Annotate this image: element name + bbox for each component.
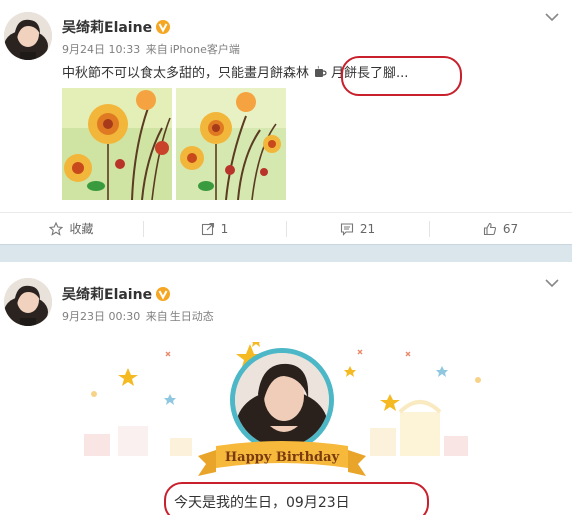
repost-button[interactable]: 1 bbox=[143, 213, 286, 244]
comment-button[interactable]: 21 bbox=[286, 213, 429, 244]
username[interactable]: 吴绮莉Elaine bbox=[62, 284, 171, 304]
comment-icon bbox=[340, 222, 353, 236]
feed-separator bbox=[0, 244, 572, 262]
post-date[interactable]: 9月23日 00:30 bbox=[62, 310, 140, 323]
source-prefix: 来自 bbox=[145, 310, 168, 323]
post-image-1[interactable] bbox=[62, 88, 172, 200]
highlight-annotation bbox=[341, 56, 462, 96]
birthday-card[interactable]: Happy Birthday bbox=[70, 336, 510, 482]
chevron-down-icon[interactable] bbox=[544, 278, 560, 288]
username[interactable]: 吴绮莉Elaine bbox=[62, 17, 171, 37]
avatar[interactable] bbox=[4, 12, 52, 60]
post-text-main: 中秋節不可以食太多甜的，只能畫月餅森林 bbox=[62, 66, 310, 81]
verified-badge-icon bbox=[156, 287, 171, 301]
post-image-2[interactable] bbox=[176, 88, 286, 200]
repost-count: 1 bbox=[220, 221, 229, 236]
like-button[interactable]: 67 bbox=[429, 213, 572, 244]
post-date[interactable]: 9月24日 10:33 bbox=[62, 43, 140, 56]
chevron-down-icon[interactable] bbox=[544, 12, 560, 22]
highlight-annotation bbox=[164, 482, 429, 515]
verified-badge-icon bbox=[156, 20, 171, 34]
post-source[interactable]: iPhone客户端 bbox=[170, 43, 240, 56]
post-source[interactable]: 生日动态 bbox=[170, 310, 214, 323]
star-icon bbox=[49, 221, 64, 236]
weibo-post-1: 吴绮莉Elaine 9月24日 10:33 来自 iPhone客户端 中秋節不可以… bbox=[0, 0, 572, 244]
post-meta: 9月23日 00:30 来自 生日动态 bbox=[62, 308, 216, 324]
post-meta: 9月24日 10:33 来自 iPhone客户端 bbox=[62, 41, 242, 57]
source-prefix: 来自 bbox=[145, 43, 168, 56]
username-text[interactable]: 吴绮莉Elaine bbox=[62, 287, 152, 303]
favorite-label: 收藏 bbox=[69, 222, 94, 236]
username-text[interactable]: 吴绮莉Elaine bbox=[62, 20, 152, 36]
happy-birthday-banner: Happy Birthday bbox=[225, 450, 340, 465]
like-count: 67 bbox=[502, 221, 519, 236]
cup-emoji-icon bbox=[315, 66, 327, 77]
repost-icon bbox=[201, 222, 214, 235]
action-bar: 收藏 1 21 67 bbox=[0, 212, 572, 244]
comment-count: 21 bbox=[359, 221, 376, 236]
avatar[interactable] bbox=[4, 278, 52, 326]
like-icon bbox=[483, 222, 496, 235]
weibo-post-2: 吴绮莉Elaine 9月23日 00:30 来自 生日动态 Happy Birt… bbox=[0, 262, 572, 515]
favorite-button[interactable]: 收藏 bbox=[0, 213, 143, 244]
